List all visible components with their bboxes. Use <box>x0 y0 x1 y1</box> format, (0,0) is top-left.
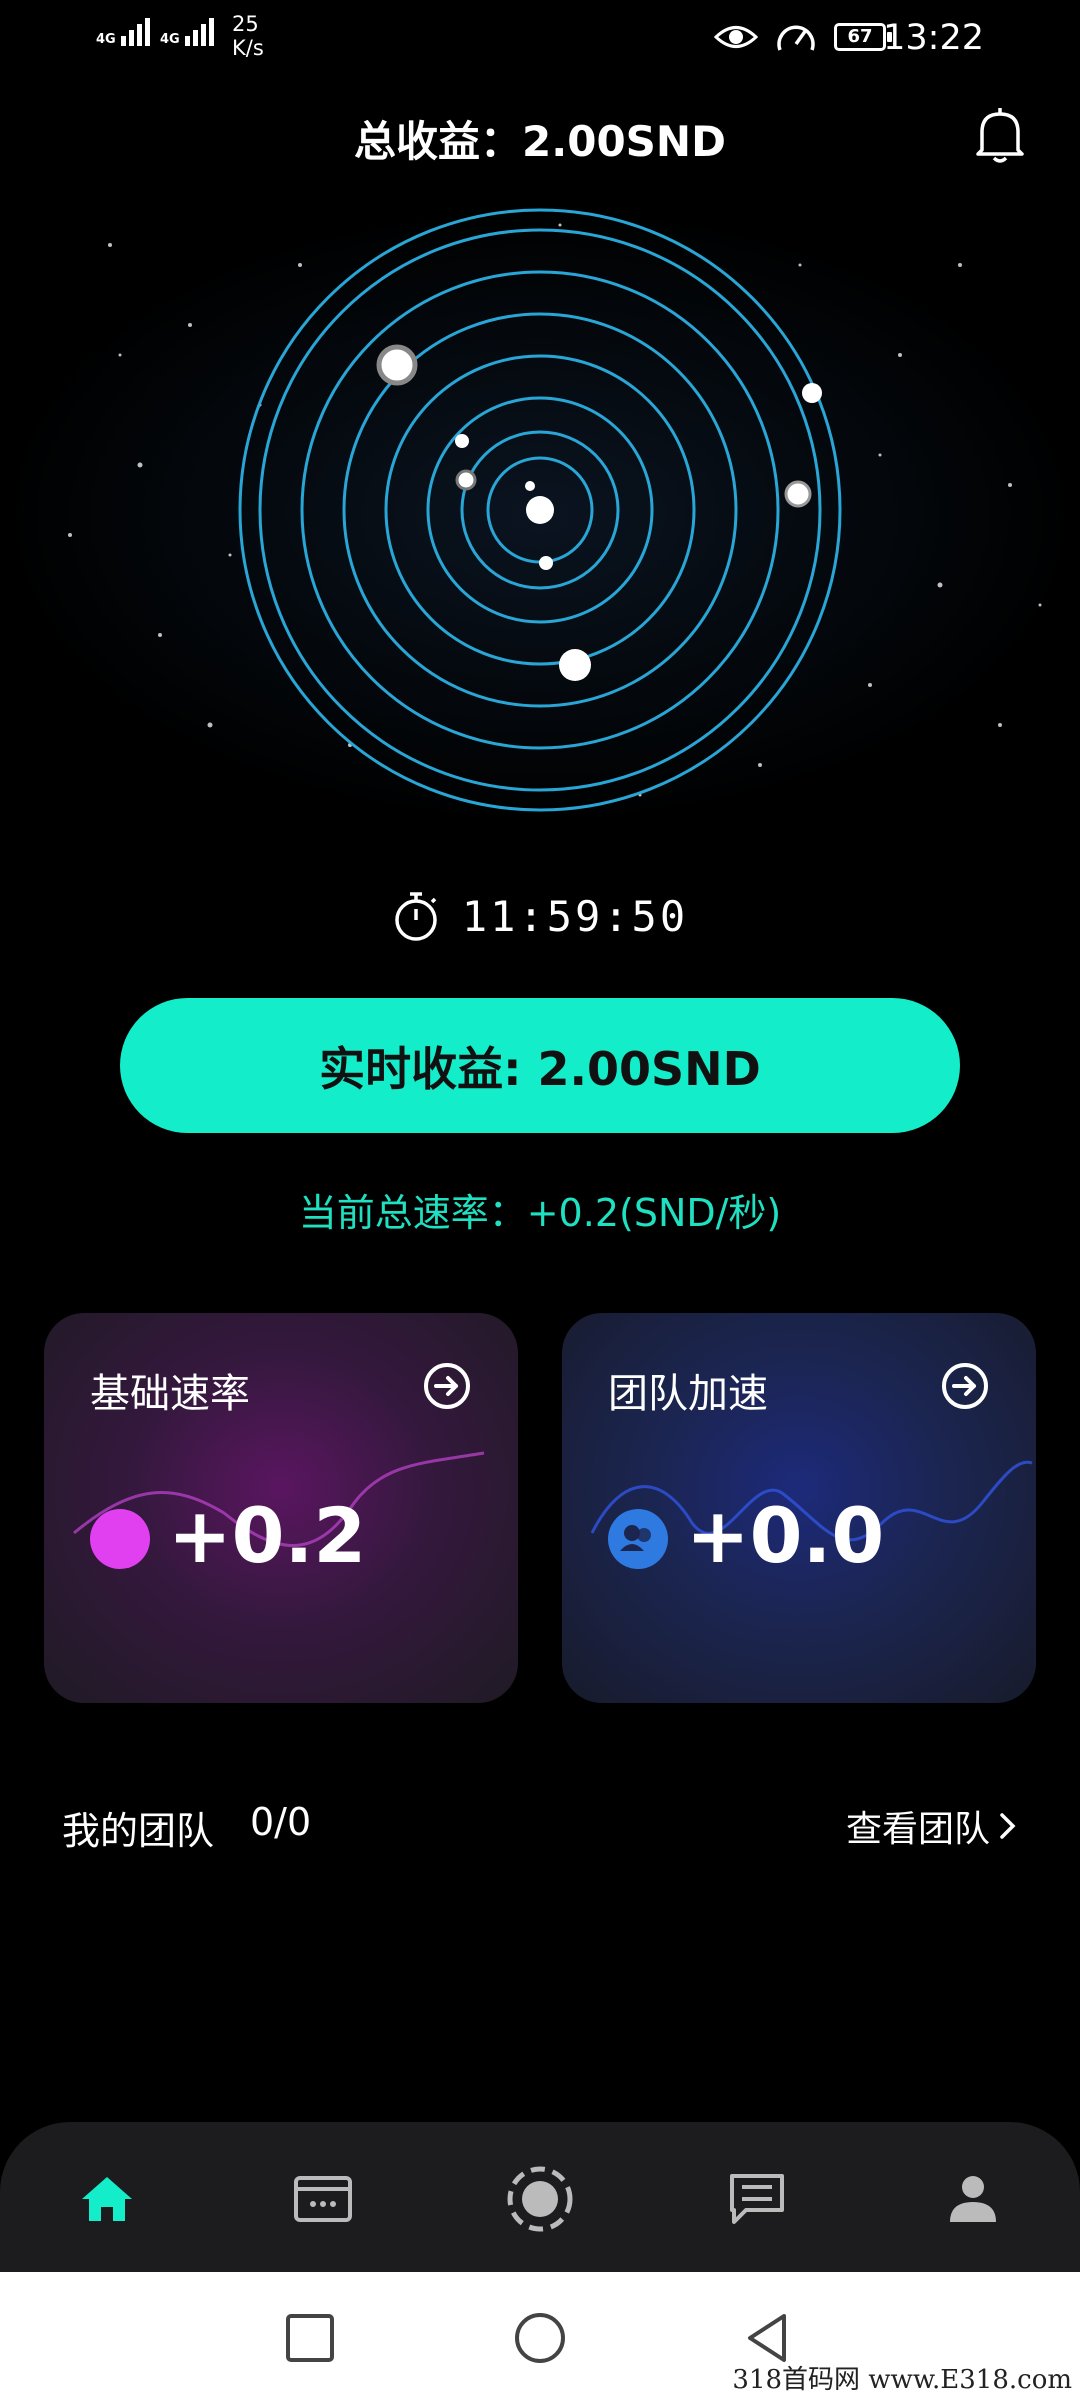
bottom-tab-bar <box>0 2122 1080 2272</box>
my-team-count: 0/0 <box>250 1800 312 1844</box>
countdown-timer: 11:59:50 <box>0 890 1080 942</box>
eye-icon <box>714 26 758 48</box>
view-team-link[interactable]: 查看团队 <box>846 1800 1018 1852</box>
chevron-right-icon <box>1000 1813 1016 1839</box>
my-team-label: 我的团队 <box>62 1809 215 1853</box>
signal-icon-2: 4G <box>160 18 214 46</box>
card-title: 团队加速 <box>608 1371 768 1417</box>
tab-planet[interactable] <box>505 2164 575 2234</box>
tab-wallet[interactable] <box>288 2164 358 2234</box>
arrow-right-circle-icon[interactable] <box>422 1361 472 1411</box>
orbit-graphic <box>0 205 1080 825</box>
realtime-earnings-label: 实时收益: 2.00SND <box>319 1041 761 1096</box>
tab-home[interactable] <box>72 2164 142 2234</box>
card-value: +0.0 <box>686 1491 885 1580</box>
team-group-icon <box>608 1509 668 1569</box>
signal-icon-1: 4G <box>96 18 150 46</box>
planet-icon <box>507 2166 573 2232</box>
stopwatch-icon <box>395 892 437 941</box>
tab-message[interactable] <box>722 2164 792 2234</box>
realtime-earnings-button[interactable]: 实时收益: 2.00SND <box>120 998 960 1133</box>
message-icon <box>730 2174 784 2224</box>
base-rate-dot-icon <box>90 1509 150 1569</box>
clock: 13:22 <box>883 18 984 58</box>
wallet-icon <box>294 2176 352 2222</box>
bell-icon[interactable] <box>972 106 1028 166</box>
card-value: +0.2 <box>168 1491 367 1580</box>
home-circle-icon[interactable] <box>512 2310 568 2366</box>
watermark: 318首码网 www.E318.com <box>732 2365 1072 2395</box>
total-earnings-title: 总收益：2.00SND <box>354 117 726 166</box>
status-bar: 4G 4G 25 K/s 67 13:22 <box>0 0 1080 80</box>
speed-gauge-icon <box>777 25 815 51</box>
home-icon <box>82 2177 132 2221</box>
recents-square-icon[interactable] <box>282 2310 338 2366</box>
card-title: 基础速率 <box>90 1371 250 1417</box>
profile-icon <box>950 2176 996 2222</box>
team-boost-card[interactable]: 团队加速 +0.0 <box>562 1313 1036 1703</box>
view-team-label: 查看团队 <box>845 1809 990 1850</box>
network-speed: 25 K/s <box>232 12 264 60</box>
back-triangle-icon[interactable] <box>740 2310 796 2366</box>
base-rate-card[interactable]: 基础速率 +0.2 <box>44 1313 518 1703</box>
battery-icon: 67 <box>834 23 892 51</box>
arrow-right-circle-icon[interactable] <box>940 1361 990 1411</box>
current-total-rate: 当前总速率：+0.2(SND/秒) <box>298 1191 782 1235</box>
tab-profile[interactable] <box>938 2164 1008 2234</box>
timer-value: 11:59:50 <box>461 891 689 941</box>
system-nav-bar: 318首码网 www.E318.com <box>0 2272 1080 2400</box>
